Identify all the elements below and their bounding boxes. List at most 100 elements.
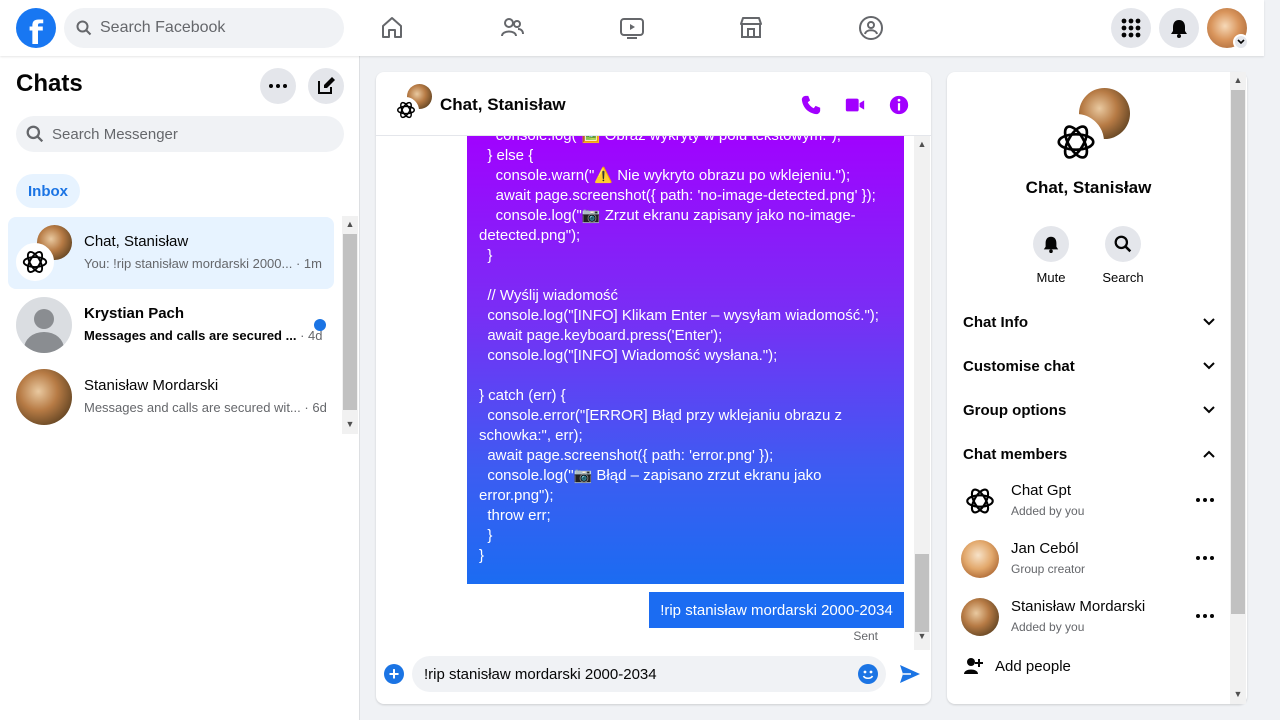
search-placeholder: Search Facebook	[100, 19, 226, 36]
chat-name: Stanisław Mordarski	[84, 377, 219, 394]
chat-name: Krystian Pach	[84, 305, 185, 322]
search-icon	[76, 20, 92, 36]
code-line: console.log("[INFO] Klikam Enter – wysył…	[479, 307, 879, 324]
add-attachment-icon[interactable]: +	[384, 664, 404, 684]
chat-preview: Messages and calls are secured ... · 4d	[84, 328, 323, 343]
code-line: }	[479, 547, 485, 564]
member-item-stanislaw-mordarski[interactable]: Stanisław Mordarski Added by you	[961, 594, 1217, 642]
code-message-bubble[interactable]: console.log("🖼️ Obraz wykryty w polu tek…	[467, 136, 904, 584]
search-label: Search	[1102, 270, 1144, 285]
code-line: console.warn("⚠️ Nie wykryto obrazu po w…	[479, 167, 851, 184]
code-line: }	[479, 247, 493, 264]
chat-list-item-krystian-pach[interactable]: Krystian Pach Messages and calls are sec…	[8, 289, 334, 361]
search-in-conversation-button[interactable]: Search	[1093, 226, 1153, 285]
section-label: Group options	[963, 401, 1067, 419]
code-line: } else {	[479, 147, 534, 164]
account-avatar[interactable]	[1207, 8, 1249, 50]
conversation-title[interactable]: Chat, Stanisław	[440, 95, 566, 115]
member-role: Group creator	[1011, 562, 1086, 576]
section-label: Customise chat	[963, 357, 1075, 375]
scroll-up-icon[interactable]: ▲	[342, 216, 358, 232]
chat-preview: Messages and calls are secured wit... · …	[84, 400, 327, 415]
scrollbar-thumb[interactable]	[1231, 90, 1245, 614]
more-options-icon[interactable]	[1193, 548, 1217, 568]
code-line: error.png");	[479, 487, 554, 504]
chat-list-item-stanislaw-mordarski[interactable]: Stanisław Mordarski Messages and calls a…	[8, 361, 334, 433]
member-name: Chat Gpt	[1011, 482, 1072, 499]
avatar	[961, 540, 999, 578]
chat-time: · 6d	[304, 400, 327, 415]
video-call-icon[interactable]	[842, 92, 868, 118]
section-label: Chat members	[963, 445, 1068, 463]
facebook-logo[interactable]: f	[16, 8, 56, 48]
chat-name: Chat, Stanisław	[84, 233, 189, 250]
message-input[interactable]: !rip stanisław mordarski 2000-2034	[412, 656, 886, 692]
section-customise-chat[interactable]: Customise chat	[963, 354, 1215, 378]
chat-list-item-chat-stanislaw[interactable]: Chat, Stanisław You: !rip stanisław mord…	[8, 217, 334, 289]
marketplace-icon[interactable]	[737, 14, 765, 42]
scroll-down-icon[interactable]: ▼	[342, 416, 358, 432]
more-options-icon[interactable]	[1193, 490, 1217, 510]
code-line: console.log("🖼️ Obraz wykryty w polu tek…	[479, 136, 892, 146]
section-chat-members[interactable]: Chat members	[963, 442, 1215, 466]
chats-sidebar: Chats Search Messenger Inbox Chat, Stani…	[0, 56, 360, 720]
section-group-options[interactable]: Group options	[963, 398, 1215, 422]
message-composer: + !rip stanisław mordarski 2000-2034	[376, 650, 931, 704]
group-avatar[interactable]	[392, 84, 432, 124]
add-people-button[interactable]: Add people	[963, 654, 1071, 678]
scroll-down-icon[interactable]: ▼	[1230, 686, 1246, 702]
menu-grid-icon[interactable]	[1111, 8, 1151, 48]
member-item-chat-gpt[interactable]: Chat Gpt Added by you	[961, 478, 1217, 526]
friends-icon[interactable]	[498, 14, 526, 42]
conversation-scrollbar[interactable]: ▲ ▼	[914, 136, 930, 650]
info-icon[interactable]	[886, 92, 912, 118]
section-label: Chat Info	[963, 313, 1028, 331]
details-scrollbar[interactable]: ▲ ▼	[1230, 72, 1246, 704]
member-name: Stanisław Mordarski	[1011, 598, 1146, 615]
send-icon[interactable]	[898, 662, 922, 686]
openai-logo-icon	[1048, 114, 1104, 170]
code-line: }	[479, 527, 493, 544]
chevron-down-icon	[1203, 406, 1215, 414]
group-avatar	[1048, 88, 1130, 170]
chevron-down-icon	[1203, 362, 1215, 370]
watch-icon[interactable]	[618, 14, 646, 42]
sent-message-bubble[interactable]: !rip stanisław mordarski 2000-2034	[649, 592, 904, 628]
code-line: await page.keyboard.press('Enter');	[479, 327, 723, 344]
code-line: detected.png");	[479, 227, 581, 244]
notifications-icon[interactable]	[1159, 8, 1199, 48]
search-messenger-placeholder: Search Messenger	[52, 125, 178, 143]
add-people-label: Add people	[995, 657, 1071, 675]
scroll-up-icon[interactable]: ▲	[1230, 72, 1246, 88]
code-line: await page.screenshot({ path: 'no-image-…	[479, 187, 876, 204]
search-icon	[26, 125, 44, 143]
home-icon[interactable]	[378, 14, 406, 42]
more-options-icon[interactable]	[1193, 606, 1217, 626]
more-options-icon[interactable]	[260, 68, 296, 104]
chevron-up-icon	[1203, 450, 1215, 458]
emoji-icon[interactable]	[858, 664, 878, 684]
groups-icon[interactable]	[857, 14, 885, 42]
bell-icon	[1033, 226, 1069, 262]
code-line: console.log("📷 Zrzut ekranu zapisany jak…	[479, 207, 856, 224]
code-line: schowka:", err);	[479, 427, 583, 444]
scrollbar-thumb[interactable]	[915, 554, 929, 632]
code-line: throw err;	[479, 507, 551, 524]
code-line: console.error("[ERROR] Błąd przy wklejan…	[479, 407, 842, 424]
conversation-panel: Chat, Stanisław console.log("🖼️ Obraz wy…	[376, 72, 931, 704]
inbox-filter-tab[interactable]: Inbox	[16, 174, 80, 208]
search-messenger-input[interactable]: Search Messenger	[16, 116, 344, 152]
chat-list-scrollbar[interactable]: ▲ ▼	[342, 216, 358, 434]
scrollbar-thumb[interactable]	[343, 234, 357, 410]
unread-indicator	[314, 319, 326, 331]
facebook-search-input[interactable]: Search Facebook	[64, 8, 344, 48]
member-item-jan-cebol[interactable]: Jan Ceból Group creator	[961, 536, 1217, 584]
scroll-up-icon[interactable]: ▲	[914, 136, 930, 152]
new-message-icon[interactable]	[308, 68, 344, 104]
avatar	[16, 369, 72, 425]
section-chat-info[interactable]: Chat Info	[963, 310, 1215, 334]
phone-icon[interactable]	[798, 92, 824, 118]
scroll-down-icon[interactable]: ▼	[914, 628, 930, 644]
mute-button[interactable]: Mute	[1021, 226, 1081, 285]
